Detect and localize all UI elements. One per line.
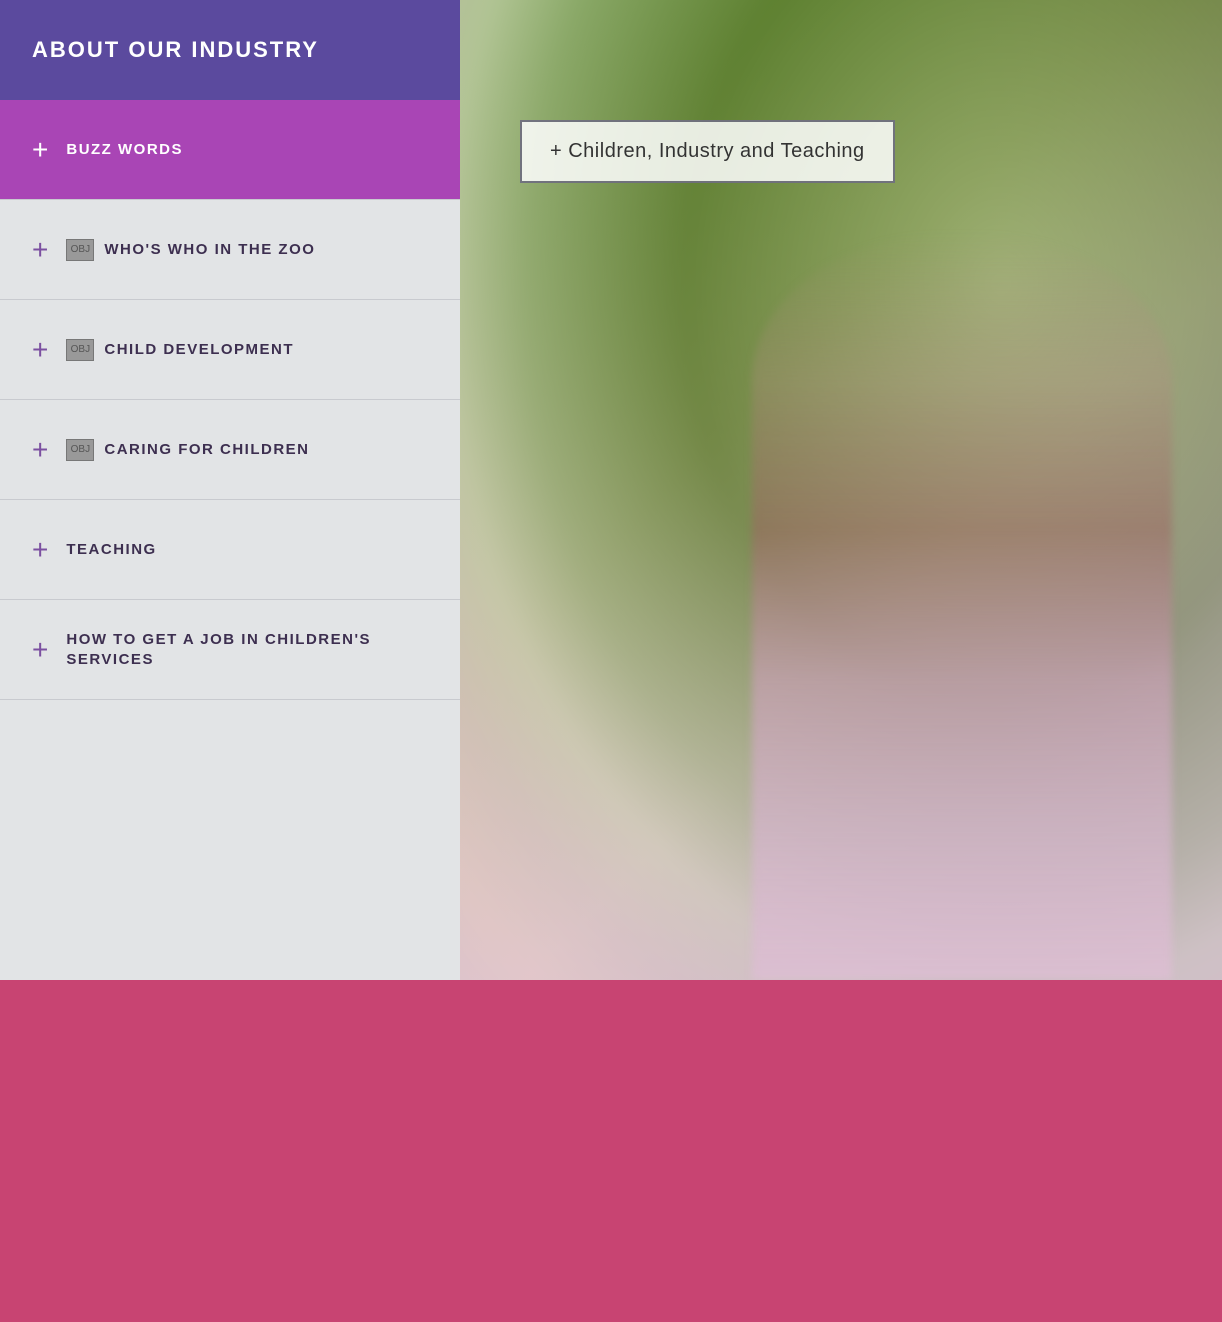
sidebar-item-whos-who[interactable]: + OBJ WHO'S WHO IN THE ZOO xyxy=(0,200,460,300)
plus-icon-whos-who: + xyxy=(32,236,48,264)
plus-icon-buzz-words: + xyxy=(32,136,48,164)
plus-icon-teaching: + xyxy=(32,536,48,564)
plus-icon-caring-for-children: + xyxy=(32,436,48,464)
plus-icon-child-development: + xyxy=(32,336,48,364)
obj-icon-whos-who: OBJ xyxy=(66,239,94,261)
child-photo xyxy=(752,230,1172,980)
sidebar-label-whos-who: WHO'S WHO IN THE ZOO xyxy=(104,240,315,260)
sidebar-title: ABOUT OUR INDUSTRY xyxy=(32,37,319,63)
main-container: ABOUT OUR INDUSTRY + BUZZ WORDS + OBJ WH… xyxy=(0,0,1222,980)
sidebar-item-how-to-get-job[interactable]: + HOW TO GET A JOB IN CHILDREN'S SERVICE… xyxy=(0,600,460,700)
sidebar-item-buzz-words[interactable]: + BUZZ WORDS xyxy=(0,100,460,200)
sidebar-item-teaching[interactable]: + TEACHING xyxy=(0,500,460,600)
sidebar-label-how-to-get-job: HOW TO GET A JOB IN CHILDREN'S SERVICES xyxy=(66,630,428,669)
sidebar-item-caring-for-children[interactable]: + OBJ CARING FOR CHILDREN xyxy=(0,400,460,500)
obj-icon-caring-for-children: OBJ xyxy=(66,439,94,461)
sidebar-label-teaching: TEACHING xyxy=(66,540,156,560)
buzz-words-button[interactable]: + Children, Industry and Teaching xyxy=(520,120,895,183)
obj-icon-child-development: OBJ xyxy=(66,339,94,361)
bottom-section xyxy=(0,980,1222,1322)
content-area: + Children, Industry and Teaching xyxy=(460,0,1222,980)
sidebar-label-child-development: CHILD DEVELOPMENT xyxy=(104,340,294,360)
sidebar-item-child-development[interactable]: + OBJ CHILD DEVELOPMENT xyxy=(0,300,460,400)
sidebar: ABOUT OUR INDUSTRY + BUZZ WORDS + OBJ WH… xyxy=(0,0,460,980)
plus-icon-how-to-get-job: + xyxy=(32,636,48,664)
sidebar-label-caring-for-children: CARING FOR CHILDREN xyxy=(104,440,309,460)
sidebar-header: ABOUT OUR INDUSTRY xyxy=(0,0,460,100)
sidebar-label-buzz-words: BUZZ WORDS xyxy=(66,140,183,160)
